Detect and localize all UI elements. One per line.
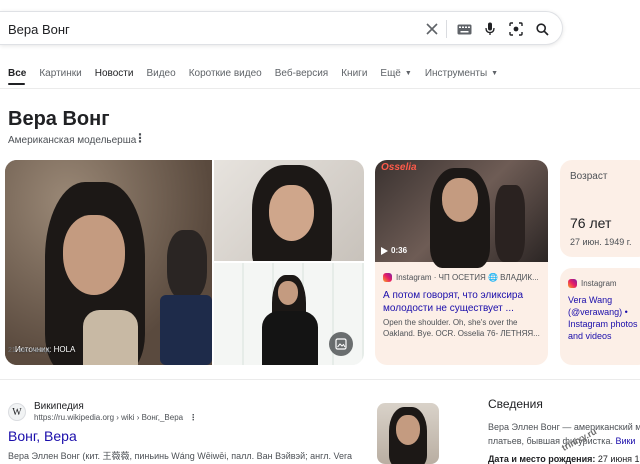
tab-books[interactable]: Книги xyxy=(341,68,367,79)
instagram-icon xyxy=(383,273,392,282)
info-birth-value: 27 июня 19 xyxy=(597,454,640,464)
instagram-source-text: Instagram xyxy=(581,279,617,288)
section-divider xyxy=(0,379,640,380)
wikipedia-icon: W xyxy=(8,403,26,421)
result-more-icon[interactable]: ⋮ xyxy=(189,413,197,422)
result-thumbnail[interactable] xyxy=(377,403,439,464)
portrait-photo[interactable] xyxy=(214,160,364,261)
age-value: 76 лет xyxy=(570,215,612,231)
video-duration-text: 0:36 xyxy=(391,246,408,255)
search-tabs: Все Картинки Новости Видео Короткие виде… xyxy=(8,64,511,82)
video-duration: 0:36 xyxy=(381,246,407,255)
video-card[interactable]: Osselia 0:36 Instagram · ЧП ОСЕТИЯ 🌐 ВЛА… xyxy=(375,160,548,365)
main-photo[interactable] xyxy=(5,160,212,365)
info-text-line1: Вера Эллен Вонг — американский м xyxy=(488,422,640,432)
result-site-name: Википедия xyxy=(34,401,84,412)
info-birth-label: Дата и место рождения: xyxy=(488,454,596,464)
clear-icon[interactable] xyxy=(421,18,443,40)
video-source: Instagram · ЧП ОСЕТИЯ 🌐 ВЛАДИК... xyxy=(383,273,539,282)
info-wiki-link[interactable]: Вики xyxy=(615,436,635,446)
birth-date: 27 июн. 1949 г. xyxy=(570,237,632,247)
instagram-card[interactable]: Instagram Vera Wang (@verawang) • Instag… xyxy=(560,268,640,365)
video-description: Open the shoulder. Oh, she's over the Oa… xyxy=(383,318,540,338)
lens-icon[interactable] xyxy=(505,18,527,40)
search-box[interactable] xyxy=(0,11,563,45)
more-options-icon[interactable]: ⋮ xyxy=(134,131,146,145)
search-divider xyxy=(446,20,447,38)
tab-news[interactable]: Новости xyxy=(95,68,134,79)
info-panel-title: Сведения xyxy=(488,397,543,411)
tab-images[interactable]: Картинки xyxy=(39,68,81,79)
tab-tools-label: Инструменты xyxy=(424,67,488,79)
video-timestamp: 21 час назад xyxy=(8,347,50,354)
video-brand-label: Osselia xyxy=(381,162,417,173)
video-thumbnail[interactable]: Osselia 0:36 xyxy=(375,160,548,268)
microphone-icon[interactable] xyxy=(479,18,501,40)
instagram-source: Instagram xyxy=(568,279,617,288)
tab-short-videos[interactable]: Короткие видео xyxy=(189,68,262,79)
gallery-icon[interactable] xyxy=(329,332,353,356)
tab-all[interactable]: Все xyxy=(8,68,26,79)
tab-videos[interactable]: Видео xyxy=(146,68,175,79)
tabs-divider xyxy=(0,88,640,89)
search-icon[interactable] xyxy=(531,18,553,40)
result-title-link[interactable]: Вонг, Вера xyxy=(8,428,77,444)
chevron-down-icon: ▼ xyxy=(404,69,412,77)
video-title[interactable]: А потом говорят, что эликсира молодости … xyxy=(383,289,543,315)
keyboard-icon[interactable] xyxy=(453,18,475,40)
info-text-line2: платьев, бывшая фигуристка. xyxy=(488,436,613,446)
age-card[interactable]: Возраст 76 лет 27 июн. 1949 г. xyxy=(560,160,640,257)
entity-subtitle: Американская модельерша xyxy=(8,135,137,146)
chevron-down-icon: ▼ xyxy=(491,69,499,77)
result-snippet: Вера Эллен Вонг (кит. 王薇薇, пиньинь Wáng … xyxy=(8,451,352,461)
age-label: Возраст xyxy=(570,171,608,182)
page-title: Вера Вонг xyxy=(8,108,110,130)
tab-more[interactable]: Ещё ▼ xyxy=(380,68,411,79)
tab-more-label: Ещё xyxy=(380,67,401,79)
play-icon xyxy=(381,246,388,255)
result-url-text: https://ru.wikipedia.org › wiki › Вонг,_… xyxy=(34,413,184,422)
instagram-link[interactable]: Vera Wang (@verawang) • Instagram photos… xyxy=(568,294,640,342)
instagram-icon xyxy=(568,279,577,288)
result-url: https://ru.wikipedia.org › wiki › Вонг,_… xyxy=(34,413,197,422)
active-tab-indicator xyxy=(8,83,25,85)
tab-tools[interactable]: Инструменты ▼ xyxy=(425,68,498,79)
search-input[interactable] xyxy=(8,19,388,39)
tab-web[interactable]: Веб-версия xyxy=(275,68,329,79)
info-birth-row: Дата и место рождения: 27 июня 19 xyxy=(488,454,640,464)
video-source-text: Instagram · ЧП ОСЕТИЯ 🌐 ВЛАДИК... xyxy=(396,273,539,282)
